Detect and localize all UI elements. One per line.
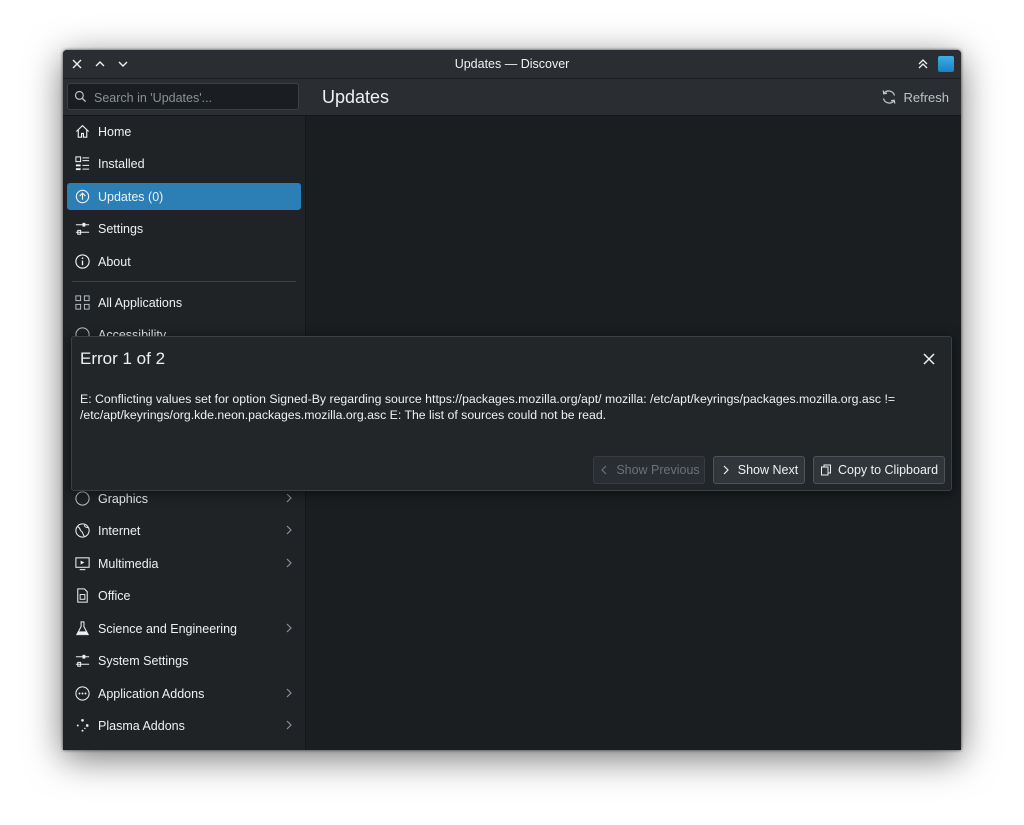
refresh-label: Refresh [903,89,949,105]
chevron-right-icon [723,465,729,475]
sidebar-item-label: Multimedia [98,556,159,571]
sidebar-separator [72,281,296,282]
sidebar-item-label: Science and Engineering [98,621,237,636]
settings-icon [73,220,91,238]
flask-icon [73,620,91,638]
refresh-button[interactable]: Refresh [880,85,949,109]
sidebar-item-all-applications[interactable]: All Applications [67,289,301,316]
window-title: Updates — Discover [454,57,570,71]
copy-icon [820,464,831,476]
sidebar-item-label: Application Addons [98,686,205,701]
page-title: Updates [322,87,390,107]
search-icon [74,90,87,103]
sidebar-item-updates[interactable]: Updates (0) [67,183,301,210]
show-previous-button[interactable]: Show Previous [593,456,705,484]
copy-to-clipboard-button[interactable]: Copy to Clipboard [813,456,945,484]
grid-icon [73,294,91,312]
error-message: E: Conflicting values set for option Sig… [80,392,896,422]
sidebar-item-settings[interactable]: Settings [67,215,301,242]
search-box[interactable] [67,83,299,111]
dialog-title: Error 1 of 2 [80,349,166,368]
show-next-button[interactable]: Show Next [713,456,805,484]
sidebar-item-plasma-addons[interactable]: Plasma Addons [67,712,301,739]
sidebar-item-label: Home [98,124,132,139]
addons-icon [73,685,91,703]
refresh-icon [883,90,896,104]
keep-above-button[interactable] [913,54,933,74]
sidebar-item-system-settings[interactable]: System Settings [67,647,301,674]
sidebar-item-office[interactable]: Office [67,582,301,609]
chevron-right-icon [286,720,292,730]
sidebar-item-label: Plasma Addons [98,718,185,733]
app-icon [938,56,954,72]
office-icon [73,587,91,605]
graphics-icon [73,490,91,508]
header: Updates Refresh [63,79,961,116]
sidebar-item-label: Internet [98,523,141,538]
error-dialog: Error 1 of 2 E: Conflicting values set f… [71,336,952,491]
close-icon[interactable] [921,351,937,367]
updates-icon [73,188,91,206]
sidebar-item-label: All Applications [98,295,183,310]
chevron-right-icon [286,688,292,698]
sidebar-item-application-addons[interactable]: Application Addons [67,680,301,707]
chevron-right-icon [286,623,292,633]
home-icon [73,123,91,141]
show-previous-label: Show Previous [616,463,700,477]
sidebar-item-label: Graphics [98,491,149,506]
multimedia-icon [73,555,91,573]
show-next-label: Show Next [737,463,799,477]
titlebar: Updates — Discover [63,50,961,79]
chevron-right-icon [286,558,292,568]
globe-icon [73,522,91,540]
chevron-left-icon [601,465,607,475]
chevron-right-icon [286,493,292,503]
sidebar-item-label: About [98,254,131,269]
sidebar-item-label: Installed [98,156,145,171]
copy-label: Copy to Clipboard [837,463,939,477]
sidebar-item-label: Updates (0) [98,189,164,204]
sidebar-item-installed[interactable]: Installed [67,150,301,177]
settings-icon [73,652,91,670]
installed-icon [73,155,91,173]
sidebar-item-science[interactable]: Science and Engineering [67,615,301,642]
sidebar-item-label: Office [98,588,131,603]
plasma-icon [73,717,91,735]
sidebar-item-label: System Settings [98,653,189,668]
sidebar-item-internet[interactable]: Internet [67,517,301,544]
info-icon [73,253,91,271]
search-input[interactable] [92,84,296,111]
sidebar-item-about[interactable]: About [67,248,301,275]
double-chevron-up-icon [918,59,928,69]
sidebar-item-multimedia[interactable]: Multimedia [67,550,301,577]
chevron-right-icon [286,525,292,535]
sidebar-item-home[interactable]: Home [67,118,301,145]
discover-window: Updates — Discover Updates Refresh Home [63,50,961,750]
sidebar-item-label: Settings [98,221,144,236]
